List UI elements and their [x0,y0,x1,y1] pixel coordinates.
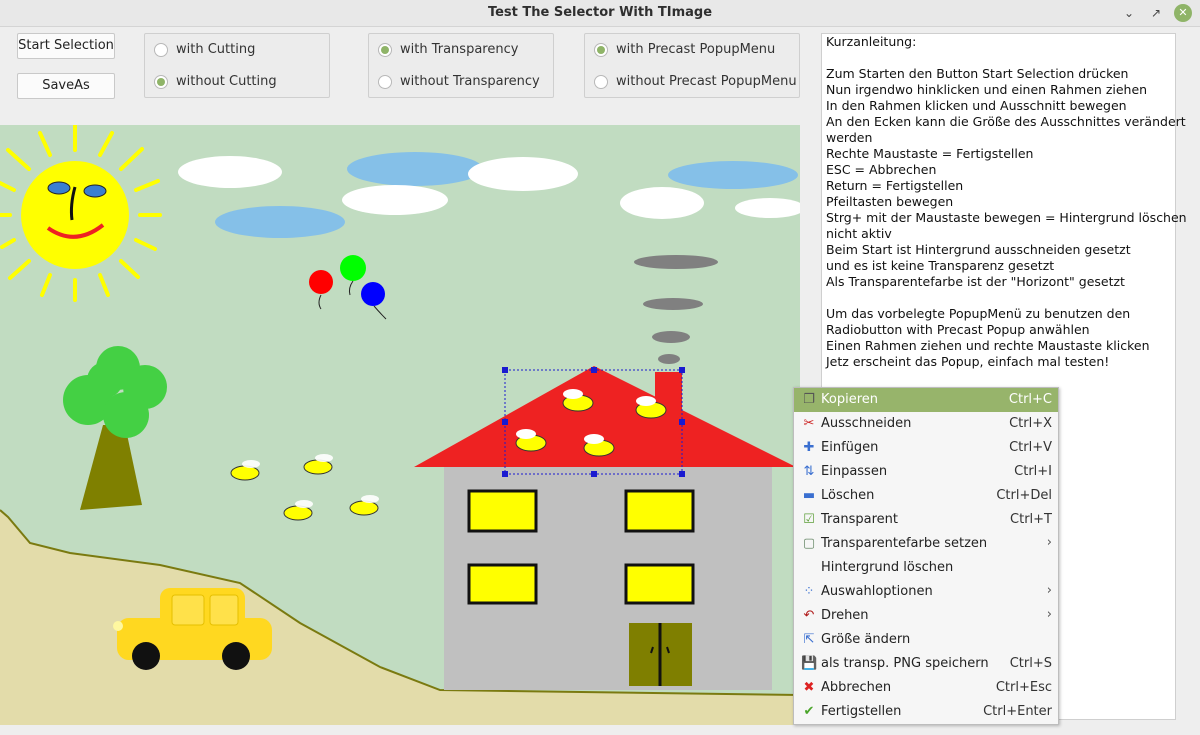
menu-item-label: Abbrechen [821,680,892,695]
menu-item-10[interactable]: ⇱ Größe ändern [794,628,1058,652]
menu-item-label: Einpassen [821,464,888,479]
resize-icon: ⇱ [803,632,815,647]
menu-item-7[interactable]: Hintergrund löschen [794,556,1058,580]
popup-radio-group: with Precast PopupMenu without Precast P… [584,33,800,98]
memo-line: Strg+ mit der Maustaste bewegen = Hinter… [826,210,1187,225]
memo-line: Rechte Maustaste = Fertigstellen [826,146,1034,161]
radio-label: without Transparency [400,74,540,89]
radio-label: with Cutting [176,42,256,57]
memo-line: In den Rahmen klicken und Ausschnitt bew… [826,98,1127,113]
radio-dot-icon [154,75,168,89]
save-png-icon: 💾 [801,656,818,671]
options-icon: ⁘ [803,584,815,599]
check-icon: ✔ [803,704,815,719]
plus-icon: ✚ [803,440,815,455]
submenu-arrow-icon: › [1046,583,1052,598]
submenu-arrow-icon: › [1046,607,1052,622]
memo-line: Kurzanleitung: [826,34,917,49]
cancel-icon: ✖ [803,680,815,695]
copy-icon: ❐ [803,392,815,407]
menu-item-shortcut: Ctrl+Esc [995,680,1052,695]
memo-line: Als Transparentefarbe ist der "Horizont"… [826,274,1125,289]
menu-item-label: Drehen [821,608,869,623]
menu-item-shortcut: Ctrl+C [1008,392,1052,407]
menu-item-shortcut: Ctrl+T [1010,512,1052,527]
menu-item-label: Löschen [821,488,875,503]
menu-item-label: Hintergrund löschen [821,560,954,575]
menu-item-13[interactable]: ✔ Fertigstellen Ctrl+Enter [794,700,1058,724]
checkbox-icon: ☑ [803,512,815,527]
title-bar: Test The Selector With TImage ⌄ ↗ ✕ [0,0,1200,27]
memo-line: Um das vorbelegte PopupMenü zu benutzen … [826,306,1131,321]
radio-label: without Precast PopupMenu [616,74,797,89]
memo-line: Radiobutton with Precast Popup anwählen [826,322,1090,337]
menu-item-8[interactable]: ⁘ Auswahloptionen › [794,580,1058,604]
memo-line: Jetz erscheint das Popup, einfach mal te… [826,354,1110,369]
menu-item-label: Transparent [821,512,898,527]
menu-item-shortcut: Ctrl+I [1014,464,1052,479]
menu-item-label: Größe ändern [821,632,911,647]
submenu-arrow-icon: › [1046,535,1052,550]
memo-line: Return = Fertigstellen [826,178,964,193]
radio-label: with Precast PopupMenu [616,42,776,57]
memo-line: Beim Start ist Hintergrund ausschneiden … [826,242,1131,257]
menu-item-shortcut: Ctrl+V [1009,440,1052,455]
menu-item-4[interactable]: ▬ Löschen Ctrl+Del [794,484,1058,508]
window-title: Test The Selector With TImage [487,5,713,20]
menu-item-label: Transparentefarbe setzen [821,536,988,551]
menu-item-shortcut: Ctrl+S [1009,656,1052,671]
menu-item-1[interactable]: ✂ Ausschneiden Ctrl+X [794,412,1058,436]
menu-item-5[interactable]: ☑ Transparent Ctrl+T [794,508,1058,532]
menu-item-label: Einfügen [821,440,879,455]
minimize-icon[interactable]: ⌄ [1120,4,1138,22]
menu-item-3[interactable]: ⇅ Einpassen Ctrl+I [794,460,1058,484]
menu-item-shortcut: Ctrl+Del [996,488,1052,503]
menu-item-2[interactable]: ✚ Einfügen Ctrl+V [794,436,1058,460]
radio-dot-icon [378,43,392,57]
memo-line [822,290,1175,306]
memo-line: nicht aktiv [826,226,892,241]
memo-line [822,50,1175,66]
menu-item-11[interactable]: 💾 als transp. PNG speichern Ctrl+S [794,652,1058,676]
image-canvas[interactable] [0,125,800,725]
radio-dot-icon [378,75,392,89]
memo-line: Einen Rahmen ziehen und rechte Maustaste… [826,338,1150,353]
fit-icon: ⇅ [803,464,815,479]
menu-item-shortcut: Ctrl+X [1009,416,1052,431]
menu-item-label: als transp. PNG speichern [821,656,989,671]
scissors-icon: ✂ [803,416,815,431]
menu-item-9[interactable]: ↶ Drehen › [794,604,1058,628]
memo-line: und es ist keine Transparenz gesetzt [826,258,1055,273]
memo-line: Nun irgendwo hinklicken und einen Rahmen… [826,82,1148,97]
cutting-radio-group: with Cutting without Cutting [144,33,330,98]
radio-dot-icon [594,75,608,89]
menu-item-label: Auswahloptionen [821,584,933,599]
rotate-icon: ↶ [803,608,815,623]
menu-item-label: Fertigstellen [821,704,902,719]
menu-item-0[interactable]: ❐ Kopieren Ctrl+C [794,388,1058,412]
menu-item-shortcut: Ctrl+Enter [983,704,1052,719]
memo-line: werden [826,130,873,145]
menu-item-6[interactable]: ▢ Transparentefarbe setzen › [794,532,1058,556]
context-menu: ❐ Kopieren Ctrl+C ✂ Ausschneiden Ctrl+X ✚ Einfü… [793,387,1059,725]
radio-label: with Transparency [400,42,519,57]
memo-line: Zum Starten den Button Start Selection d… [826,66,1129,81]
radio-label: without Cutting [176,74,277,89]
radio-dot-icon [594,43,608,57]
start-selection-button[interactable]: Start Selection [17,33,115,59]
memo-line: Pfeiltasten bewegen [826,194,954,209]
save-as-button[interactable]: SaveAs [17,73,115,99]
color-swatch-icon: ▢ [802,536,816,551]
transparency-radio-group: with Transparency without Transparency [368,33,554,98]
menu-item-12[interactable]: ✖ Abbrechen Ctrl+Esc [794,676,1058,700]
menu-item-label: Ausschneiden [821,416,912,431]
radio-dot-icon [154,43,168,57]
memo-line: ESC = Abbrechen [826,162,937,177]
memo-line: An den Ecken kann die Größe des Ausschni… [826,114,1186,129]
menu-item-label: Kopieren [821,392,878,407]
minus-icon: ▬ [802,488,816,503]
restore-icon[interactable]: ↗ [1147,4,1165,22]
close-icon[interactable]: ✕ [1174,4,1192,22]
